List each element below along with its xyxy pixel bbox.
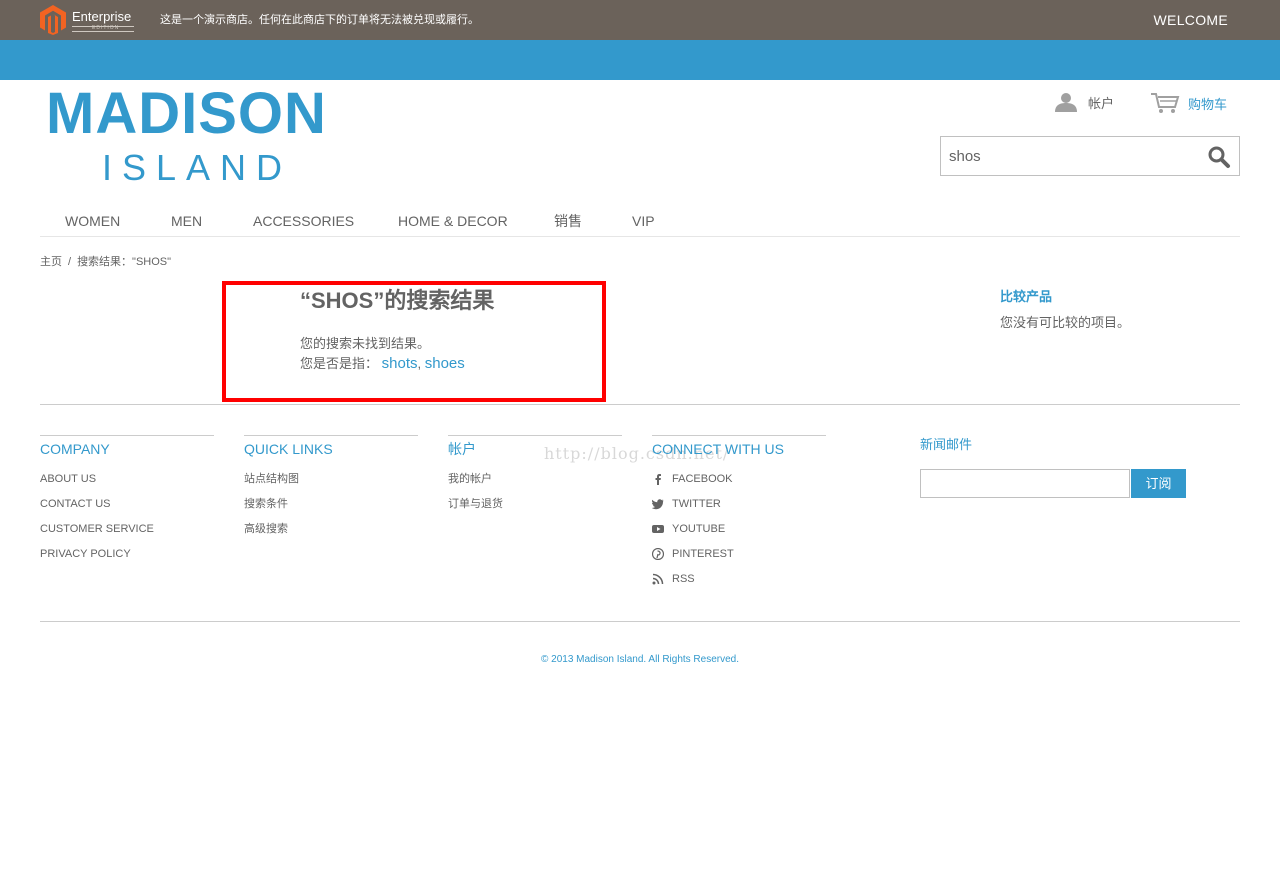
copyright: © 2013 Madison Island. All Rights Reserv… xyxy=(540,654,740,665)
account-label: 帐户 xyxy=(1088,95,1115,111)
footer-link-orders-returns[interactable]: 订单与退货 xyxy=(448,497,503,511)
newsletter-email-input[interactable] xyxy=(920,469,1130,498)
twitter-icon xyxy=(652,499,664,510)
footer-quick-links-title: QUICK LINKS xyxy=(244,441,333,457)
social-link-twitter[interactable]: TWITTER xyxy=(652,497,721,511)
newsletter-title: 新闻邮件 xyxy=(920,437,973,452)
nav-item-women[interactable]: WOMEN xyxy=(65,213,120,229)
search-form xyxy=(940,136,1240,176)
footer-link-customer-service[interactable]: CUSTOMER SERVICE xyxy=(40,522,154,536)
social-link-youtube[interactable]: YOUTUBE xyxy=(652,522,725,536)
enterprise-edition-text: EDITION xyxy=(92,25,120,31)
footer-link-contact-us[interactable]: CONTACT US xyxy=(40,497,111,511)
footer-link-about-us[interactable]: ABOUT US xyxy=(40,472,96,486)
breadcrumb: 主页 / 搜索结果："SHOS" xyxy=(40,255,171,269)
suggestion-shoes[interactable]: shoes xyxy=(425,355,465,372)
demo-notice: 这是一个演示商店。任何在此商店下的订单将无法被兑现或履行。 xyxy=(160,14,479,26)
user-icon xyxy=(1055,93,1077,112)
footer-company-title: COMPANY xyxy=(40,441,110,457)
nav-item-men[interactable]: MEN xyxy=(171,213,202,229)
youtube-icon xyxy=(652,525,664,533)
footer-link-my-account[interactable]: 我的帐户 xyxy=(448,472,492,486)
social-link-rss[interactable]: RSS xyxy=(652,572,695,586)
social-link-pinterest[interactable]: PINTEREST xyxy=(652,547,734,561)
rss-icon xyxy=(652,573,664,585)
social-link-facebook[interactable]: FACEBOOK xyxy=(652,472,733,486)
cart-link[interactable]: 购物车 xyxy=(1150,92,1227,114)
nav-item-sale[interactable]: 销售 xyxy=(554,213,582,229)
cart-icon xyxy=(1151,93,1180,113)
footer-account-title: 帐户 xyxy=(448,441,476,457)
footer-link-search-terms[interactable]: 搜索条件 xyxy=(244,497,288,511)
page-title: “SHOS”的搜索结果 xyxy=(300,288,495,313)
facebook-icon xyxy=(655,474,661,485)
footer-link-advanced-search[interactable]: 高级搜索 xyxy=(244,522,288,536)
social-label: FACEBOOK xyxy=(672,473,733,485)
breadcrumb-home[interactable]: 主页 xyxy=(40,256,62,268)
footer-link-privacy-policy[interactable]: PRIVACY POLICY xyxy=(40,547,131,561)
nav-item-vip[interactable]: VIP xyxy=(632,213,655,229)
main-nav: WOMEN MEN ACCESSORIES HOME & DECOR 销售 VI… xyxy=(40,200,1240,237)
footer-bottom-divider xyxy=(40,621,1240,622)
cart-label: 购物车 xyxy=(1188,96,1228,112)
enterprise-brand-text: Enterprise xyxy=(72,9,132,24)
social-label: YOUTUBE xyxy=(672,523,726,535)
nav-item-accessories[interactable]: ACCESSORIES xyxy=(253,213,354,229)
search-icon xyxy=(1208,146,1230,168)
suggest-label: 您是否是指： xyxy=(300,356,379,371)
welcome-bar xyxy=(0,40,1280,80)
footer-connect-title: CONNECT WITH US xyxy=(652,441,784,457)
welcome-message: WELCOME xyxy=(1153,12,1228,28)
footer-link-sitemap[interactable]: 站点结构图 xyxy=(244,472,299,486)
suggestion-shots[interactable]: shots xyxy=(382,355,418,372)
magento-logo-icon[interactable] xyxy=(40,5,66,35)
social-label: RSS xyxy=(672,573,695,585)
no-results-message: 您的搜索未找到结果。 xyxy=(300,336,431,351)
store-logo-line1[interactable]: MADISON xyxy=(46,82,327,146)
footer-col-rule xyxy=(40,435,214,436)
suggestion-separator: , xyxy=(417,356,422,371)
search-button[interactable] xyxy=(1207,145,1231,169)
footer-col-rule xyxy=(448,435,622,436)
footer-col-rule xyxy=(652,435,826,436)
nav-item-home-decor[interactable]: HOME & DECOR xyxy=(398,213,508,229)
social-label: PINTEREST xyxy=(672,548,734,560)
suggestions: 您是否是指： shots, shoes xyxy=(300,356,465,372)
store-logo-line2[interactable]: ISLAND xyxy=(102,148,292,188)
subscribe-button[interactable]: 订阅 xyxy=(1131,469,1186,498)
breadcrumb-separator: / xyxy=(68,256,72,268)
pinterest-icon xyxy=(652,548,664,560)
footer-col-rule xyxy=(244,435,418,436)
account-link[interactable]: 帐户 xyxy=(1054,92,1114,112)
social-label: TWITTER xyxy=(672,498,721,510)
footer-divider xyxy=(40,404,1240,405)
search-input[interactable] xyxy=(941,137,1207,175)
breadcrumb-current: 搜索结果："SHOS" xyxy=(77,256,172,268)
compare-empty-message: 您没有可比较的项目。 xyxy=(1000,315,1131,330)
compare-title: 比较产品 xyxy=(1000,289,1053,304)
